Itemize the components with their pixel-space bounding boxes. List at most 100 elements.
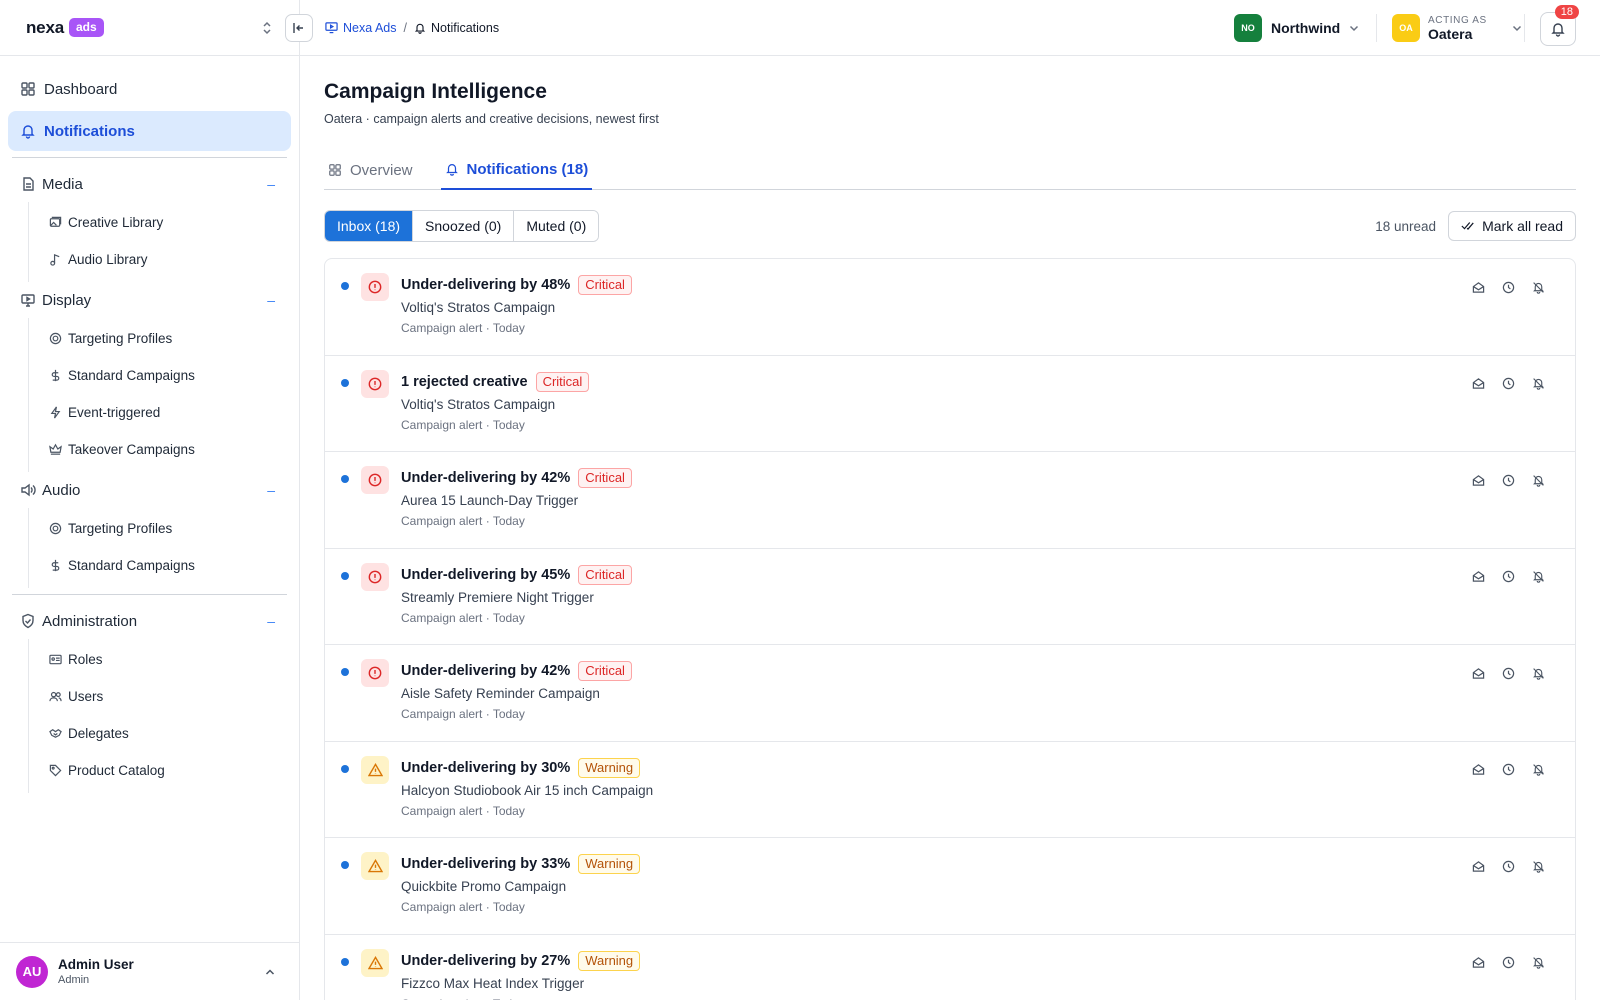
notification-meta: Campaign alert · Today [401, 900, 525, 914]
org-switcher[interactable]: NO Northwind [1234, 14, 1360, 42]
mark-read-icon[interactable] [1463, 472, 1493, 488]
section-label: Display [42, 291, 92, 309]
mute-bell-icon[interactable] [1523, 376, 1553, 392]
acting-as-switcher[interactable]: OA ACTING AS Oatera [1392, 14, 1523, 42]
mute-bell-icon[interactable] [1523, 279, 1553, 295]
main-content: Campaign Intelligence Oatera · campaign … [300, 56, 1600, 1000]
breadcrumb-root-link[interactable]: Nexa Ads [325, 21, 397, 35]
target-icon [49, 522, 62, 535]
chevron-up-icon[interactable] [264, 966, 276, 978]
mute-bell-icon[interactable] [1523, 472, 1553, 488]
alert-circle-icon [361, 369, 389, 398]
images-icon [49, 216, 62, 229]
sidebar-item-notifications[interactable]: Notifications [8, 111, 291, 151]
notification-title: Under-delivering by 42% [401, 470, 571, 486]
snooze-clock-icon[interactable] [1493, 955, 1523, 971]
mute-bell-icon[interactable] [1523, 858, 1553, 874]
severity-badge: Critical [578, 564, 632, 585]
sidebar-item-audio-standard-campaigns[interactable]: Standard Campaigns [29, 547, 291, 584]
notification-title-line: Under-delivering by 27% Warning [401, 949, 641, 973]
notification-actions [1463, 858, 1553, 874]
section-display[interactable]: Display – [8, 282, 291, 318]
notification-title-line: 1 rejected creative Critical [401, 370, 590, 394]
org-avatar: NO [1234, 14, 1262, 42]
breadcrumb-root-label: Nexa Ads [343, 20, 397, 35]
sidebar-item-product-catalog[interactable]: Product Catalog [29, 752, 291, 789]
snooze-clock-icon[interactable] [1493, 279, 1523, 295]
snooze-clock-icon[interactable] [1493, 762, 1523, 778]
notification-title: Under-delivering by 33% [401, 856, 571, 872]
sidebar-item-label: Dashboard [44, 80, 118, 98]
sidebar-item-audio-targeting-profiles[interactable]: Targeting Profiles [29, 510, 291, 547]
tab-overview[interactable]: Overview [324, 150, 417, 190]
notification-row[interactable]: Under-delivering by 33% Warning Quickbite … [325, 838, 1575, 935]
notification-list: Under-delivering by 48% Critical Voltiq's … [324, 258, 1576, 1000]
snooze-clock-icon[interactable] [1493, 665, 1523, 681]
notifications-button[interactable]: 18 [1540, 5, 1579, 46]
tab-notifications[interactable]: Notifications (18) [440, 150, 593, 190]
notifications-toolbar: Inbox (18) Snoozed (0) Muted (0) 18 unre… [324, 210, 1576, 242]
filter-muted[interactable]: Muted (0) [514, 211, 599, 241]
collapse-icon[interactable]: – [267, 176, 275, 192]
sidebar-item-takeover-campaigns[interactable]: Takeover Campaigns [29, 431, 291, 468]
mute-bell-icon[interactable] [1523, 569, 1553, 585]
mark-read-icon[interactable] [1463, 665, 1493, 681]
mark-all-read-button[interactable]: Mark all read [1448, 211, 1576, 241]
severity-badge: Warning [578, 757, 641, 778]
notification-title-line: Under-delivering by 42% Critical [401, 659, 632, 683]
bell-icon [20, 123, 36, 139]
notification-row[interactable]: Under-delivering by 42% Critical Aisle Saf… [325, 645, 1575, 742]
collapse-icon[interactable]: – [267, 613, 275, 629]
notification-title: 1 rejected creative [401, 373, 528, 390]
mute-bell-icon[interactable] [1523, 762, 1553, 778]
snooze-clock-icon[interactable] [1493, 376, 1523, 392]
notification-row[interactable]: Under-delivering by 42% Critical Aurea 15 … [325, 452, 1575, 549]
unread-count: 18 unread [1375, 218, 1437, 234]
sidebar-item-delegates[interactable]: Delegates [29, 715, 291, 752]
sidebar-item-audio-library[interactable]: Audio Library [29, 241, 291, 278]
sidebar-item-standard-campaigns[interactable]: Standard Campaigns [29, 357, 291, 394]
collapse-sidebar-button[interactable] [285, 13, 313, 42]
notification-row[interactable]: Under-delivering by 45% Critical Streamly … [325, 549, 1575, 645]
user-menu[interactable]: AU Admin User Admin [0, 942, 300, 1000]
notification-meta: Campaign alert · Today [401, 803, 525, 818]
filter-snoozed[interactable]: Snoozed (0) [413, 211, 515, 241]
mute-bell-icon[interactable] [1523, 665, 1553, 681]
sidebar-item-dashboard[interactable]: Dashboard [8, 70, 291, 108]
mark-read-icon[interactable] [1463, 279, 1493, 295]
notification-row[interactable]: Under-delivering by 27% Warning Fizzco Max… [325, 935, 1575, 1000]
mark-read-icon[interactable] [1463, 376, 1493, 392]
notification-row[interactable]: Under-delivering by 48% Critical Voltiq's … [325, 259, 1575, 356]
brand-badge: ads [68, 18, 104, 37]
collapse-icon[interactable]: – [267, 482, 275, 498]
mark-read-icon[interactable] [1463, 858, 1493, 874]
breadcrumb-current: Notifications [414, 21, 499, 35]
snooze-clock-icon[interactable] [1493, 472, 1523, 488]
breadcrumb: Nexa Ads / Notifications [325, 21, 499, 35]
mark-read-icon[interactable] [1463, 569, 1493, 585]
section-administration[interactable]: Administration – [8, 603, 291, 639]
warning-triangle-icon [361, 852, 389, 880]
section-audio[interactable]: Audio – [8, 472, 291, 508]
sidebar-item-targeting-profiles[interactable]: Targeting Profiles [29, 320, 291, 357]
sidebar-item-creative-library[interactable]: Creative Library [29, 204, 291, 241]
snooze-clock-icon[interactable] [1493, 569, 1523, 585]
section-media[interactable]: Media – [8, 166, 291, 202]
alert-circle-icon [361, 273, 389, 301]
snooze-clock-icon[interactable] [1493, 858, 1523, 874]
mark-read-icon[interactable] [1463, 762, 1493, 778]
dashboard-icon [328, 163, 342, 177]
header-divider [1376, 14, 1377, 42]
mark-read-icon[interactable] [1463, 955, 1493, 971]
sidebar-item-users[interactable]: Users [29, 678, 291, 715]
sidebar-item-roles[interactable]: Roles [29, 641, 291, 678]
filter-inbox[interactable]: Inbox (18) [325, 211, 414, 241]
notification-row[interactable]: 1 rejected creative Critical Voltiq's Stra… [325, 356, 1575, 452]
acting-text: ACTING AS Oatera [1428, 15, 1487, 42]
workspace-switch-icon[interactable] [261, 20, 273, 36]
sidebar-item-event-triggered[interactable]: Event-triggered [29, 394, 291, 431]
mute-bell-icon[interactable] [1523, 955, 1553, 971]
alert-circle-icon [361, 466, 389, 494]
notification-row[interactable]: Under-delivering by 30% Warning Halcyon St… [325, 742, 1575, 838]
collapse-icon[interactable]: – [267, 292, 275, 308]
